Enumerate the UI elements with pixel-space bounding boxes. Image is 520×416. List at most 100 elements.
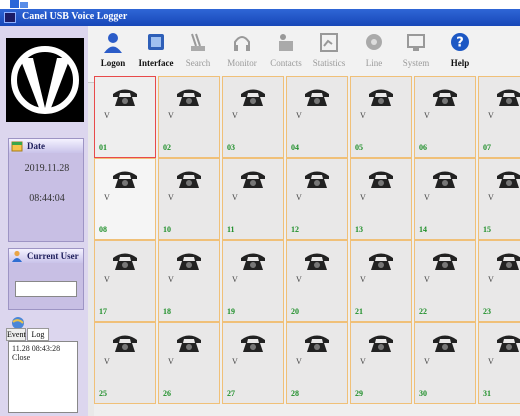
channel-state: V bbox=[232, 111, 238, 120]
phone-icon bbox=[433, 253, 457, 270]
phone-icon bbox=[177, 335, 201, 352]
monitor-button[interactable]: Monitor bbox=[220, 30, 264, 78]
phone-icon bbox=[177, 253, 201, 270]
main-toolbar: Logon Interface Search Monitor Contacts Stati… bbox=[88, 26, 520, 83]
phone-icon bbox=[497, 171, 520, 188]
channel-cell[interactable]: V 26 bbox=[158, 322, 220, 404]
channel-cell[interactable]: V 05 bbox=[350, 76, 412, 158]
current-user-label: Current User bbox=[27, 251, 79, 261]
phone-icon bbox=[369, 335, 393, 352]
channel-cell[interactable]: V 02 bbox=[158, 76, 220, 158]
channel-cell[interactable]: V 04 bbox=[286, 76, 348, 158]
log-entry: Close bbox=[12, 353, 31, 362]
channel-state: V bbox=[296, 111, 302, 120]
channel-number: 01 bbox=[99, 143, 107, 152]
channel-number: 27 bbox=[227, 389, 235, 398]
channel-cell[interactable]: V 21 bbox=[350, 240, 412, 322]
system-button[interactable]: System bbox=[394, 30, 438, 78]
phone-icon bbox=[177, 89, 201, 106]
channel-grid: V 01 V 02 V 03 V 04 V 05 V 06 V 07 V 08 V 10 V 11 V 12 V 13 V 14 V… bbox=[94, 76, 520, 416]
channel-cell[interactable]: V 22 bbox=[414, 240, 476, 322]
tab-log[interactable]: Log bbox=[27, 328, 49, 341]
channel-cell[interactable]: V 25 bbox=[94, 322, 156, 404]
channel-number: 12 bbox=[291, 225, 299, 234]
channel-cell[interactable]: V 20 bbox=[286, 240, 348, 322]
phone-icon bbox=[369, 89, 393, 106]
svg-text:?: ? bbox=[456, 36, 464, 51]
channel-state: V bbox=[168, 111, 174, 120]
calendar-icon bbox=[11, 141, 23, 152]
channel-number: 03 bbox=[227, 143, 235, 152]
search-button[interactable]: Search bbox=[176, 30, 220, 78]
channel-number: 15 bbox=[483, 225, 491, 234]
phone-icon bbox=[369, 171, 393, 188]
channel-state: V bbox=[104, 193, 110, 202]
channel-cell[interactable]: V 18 bbox=[158, 240, 220, 322]
phone-icon bbox=[497, 335, 520, 352]
channel-number: 13 bbox=[355, 225, 363, 234]
channel-state: V bbox=[232, 357, 238, 366]
channel-state: V bbox=[488, 193, 494, 202]
tab-event[interactable]: Event bbox=[6, 328, 26, 341]
statistics-icon bbox=[320, 33, 338, 52]
channel-cell[interactable]: V 23 bbox=[478, 240, 520, 322]
channel-cell[interactable]: V 13 bbox=[350, 158, 412, 240]
channel-number: 29 bbox=[355, 389, 363, 398]
channel-number: 20 bbox=[291, 307, 299, 316]
channel-cell[interactable]: V 01 bbox=[94, 76, 156, 158]
brand-logo bbox=[6, 38, 84, 122]
channel-cell[interactable]: V 11 bbox=[222, 158, 284, 240]
log-list: 11.28 08:43:28 Close bbox=[8, 341, 78, 413]
log-entry: 11.28 08:43:28 bbox=[12, 344, 61, 353]
channel-number: 26 bbox=[163, 389, 171, 398]
channel-number: 23 bbox=[483, 307, 491, 316]
phone-icon bbox=[433, 171, 457, 188]
current-user-field[interactable] bbox=[15, 281, 77, 297]
channel-cell[interactable]: V 15 bbox=[478, 158, 520, 240]
channel-cell[interactable]: V 29 bbox=[350, 322, 412, 404]
current-time: 08:44:04 bbox=[29, 193, 65, 204]
channel-state: V bbox=[360, 193, 366, 202]
channel-number: 05 bbox=[355, 143, 363, 152]
channel-cell[interactable]: V 03 bbox=[222, 76, 284, 158]
channel-cell[interactable]: V 06 bbox=[414, 76, 476, 158]
current-date: 2019.11.28 bbox=[24, 163, 70, 174]
channel-state: V bbox=[232, 275, 238, 284]
channel-cell[interactable]: V 28 bbox=[286, 322, 348, 404]
channel-cell[interactable]: V 30 bbox=[414, 322, 476, 404]
channel-cell[interactable]: V 19 bbox=[222, 240, 284, 322]
channel-cell[interactable]: V 31 bbox=[478, 322, 520, 404]
phone-icon bbox=[305, 335, 329, 352]
statistics-button[interactable]: Statistics bbox=[307, 30, 351, 78]
phone-icon bbox=[113, 253, 137, 270]
date-panel-label: Date bbox=[27, 141, 45, 151]
logon-button[interactable]: Logon bbox=[91, 30, 135, 78]
channel-state: V bbox=[168, 357, 174, 366]
channel-state: V bbox=[488, 111, 494, 120]
channel-cell[interactable]: V 07 bbox=[478, 76, 520, 158]
system-icon bbox=[407, 34, 425, 51]
phone-icon bbox=[241, 335, 265, 352]
user-icon bbox=[12, 250, 22, 262]
channel-number: 17 bbox=[99, 307, 107, 316]
channel-state: V bbox=[104, 357, 110, 366]
channel-cell[interactable]: V 12 bbox=[286, 158, 348, 240]
channel-cell[interactable]: V 17 bbox=[94, 240, 156, 322]
channel-state: V bbox=[488, 275, 494, 284]
channel-cell[interactable]: V 08 bbox=[94, 158, 156, 240]
current-user-panel: Current User bbox=[8, 248, 84, 310]
channel-cell[interactable]: V 27 bbox=[222, 322, 284, 404]
interface-button[interactable]: Interface bbox=[134, 30, 178, 78]
channel-cell[interactable]: V 10 bbox=[158, 158, 220, 240]
help-button[interactable]: ? Help bbox=[438, 30, 482, 78]
channel-number: 25 bbox=[99, 389, 107, 398]
channel-cell[interactable]: V 14 bbox=[414, 158, 476, 240]
brand-logo-icon bbox=[11, 46, 79, 114]
phone-icon bbox=[305, 253, 329, 270]
contacts-button[interactable]: Contacts bbox=[264, 30, 308, 78]
channel-number: 02 bbox=[163, 143, 171, 152]
line-icon bbox=[366, 34, 382, 50]
phone-icon bbox=[305, 89, 329, 106]
interface-icon bbox=[148, 34, 164, 50]
line-button[interactable]: Line bbox=[352, 30, 396, 78]
